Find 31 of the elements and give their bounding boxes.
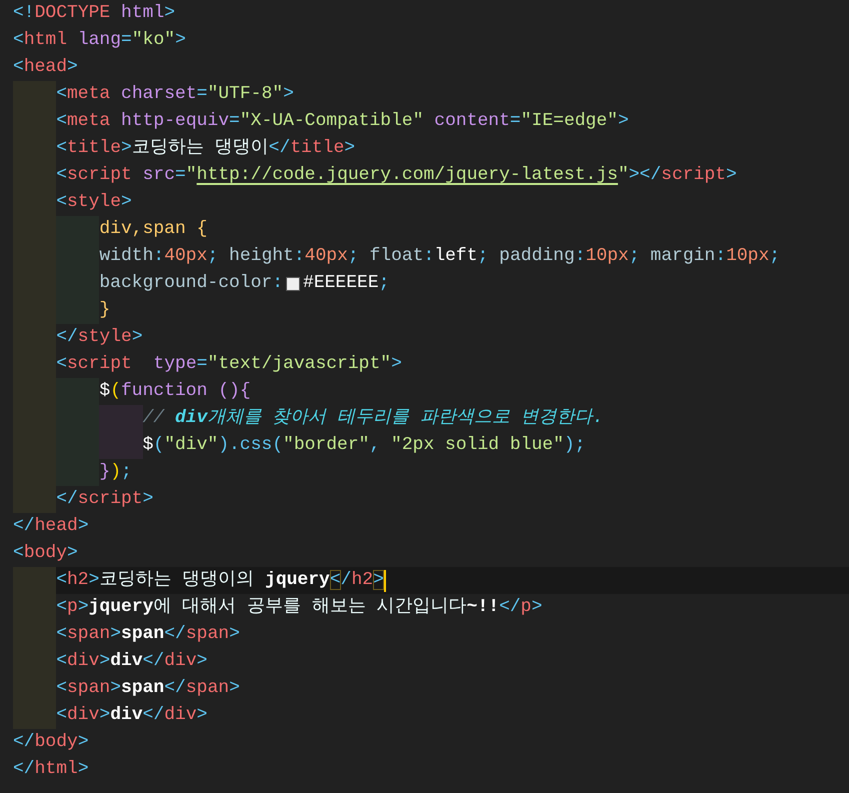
- code-line: // div개체를 찾아서 테두리를 파란색으로 변경한다.: [142, 407, 604, 430]
- code-line: width:40px; height:40px; float:left; padding:10px; margin:10px;: [99, 245, 780, 268]
- code-line: <meta http-equiv="X-UA-Compatible" content="IE=edge">: [56, 110, 629, 133]
- code-line: <!DOCTYPE html>: [13, 2, 176, 25]
- code-text: background-color:: [99, 272, 284, 295]
- code-line: <title>코딩하는 댕댕이</title>: [56, 137, 356, 160]
- code-line: </script>: [56, 488, 154, 511]
- code-line: });: [99, 461, 132, 484]
- code-line: <script type="text/javascript">: [56, 353, 402, 376]
- code-line: <body>: [13, 542, 78, 565]
- code-text: #EEEEEE;: [303, 272, 390, 295]
- code-line: <h2>코딩하는 댕댕이의 jquery</h2>: [56, 569, 384, 592]
- code-line: $(function (){: [99, 380, 251, 403]
- text-cursor: [384, 570, 386, 592]
- code-line: </body>: [13, 731, 89, 754]
- code-line: <div>div</div>: [56, 704, 208, 727]
- code-line: </head>: [13, 515, 89, 538]
- code-line: $("div").css("border", "2px solid blue");: [142, 434, 586, 457]
- code-line: <html lang="ko">: [13, 29, 186, 52]
- code-line: }: [99, 299, 110, 322]
- code-line: <meta charset="UTF-8">: [56, 83, 294, 106]
- code-line: <div>div</div>: [56, 650, 208, 673]
- code-line: <style>: [56, 191, 132, 214]
- code-line: <p>jquery에 대해서 공부를 해보는 시간입니다~!!</p>: [56, 596, 542, 619]
- code-line: <script src="http://code.jquery.com/jquery-latest.js"></script>: [56, 164, 737, 187]
- code-line: div,span {: [99, 218, 208, 241]
- code-line: <span>span</span>: [56, 677, 240, 700]
- code-line: </html>: [13, 758, 89, 781]
- code-line: </style>: [56, 326, 143, 349]
- code-line: <head>: [13, 56, 78, 79]
- code-line: <span>span</span>: [56, 623, 240, 646]
